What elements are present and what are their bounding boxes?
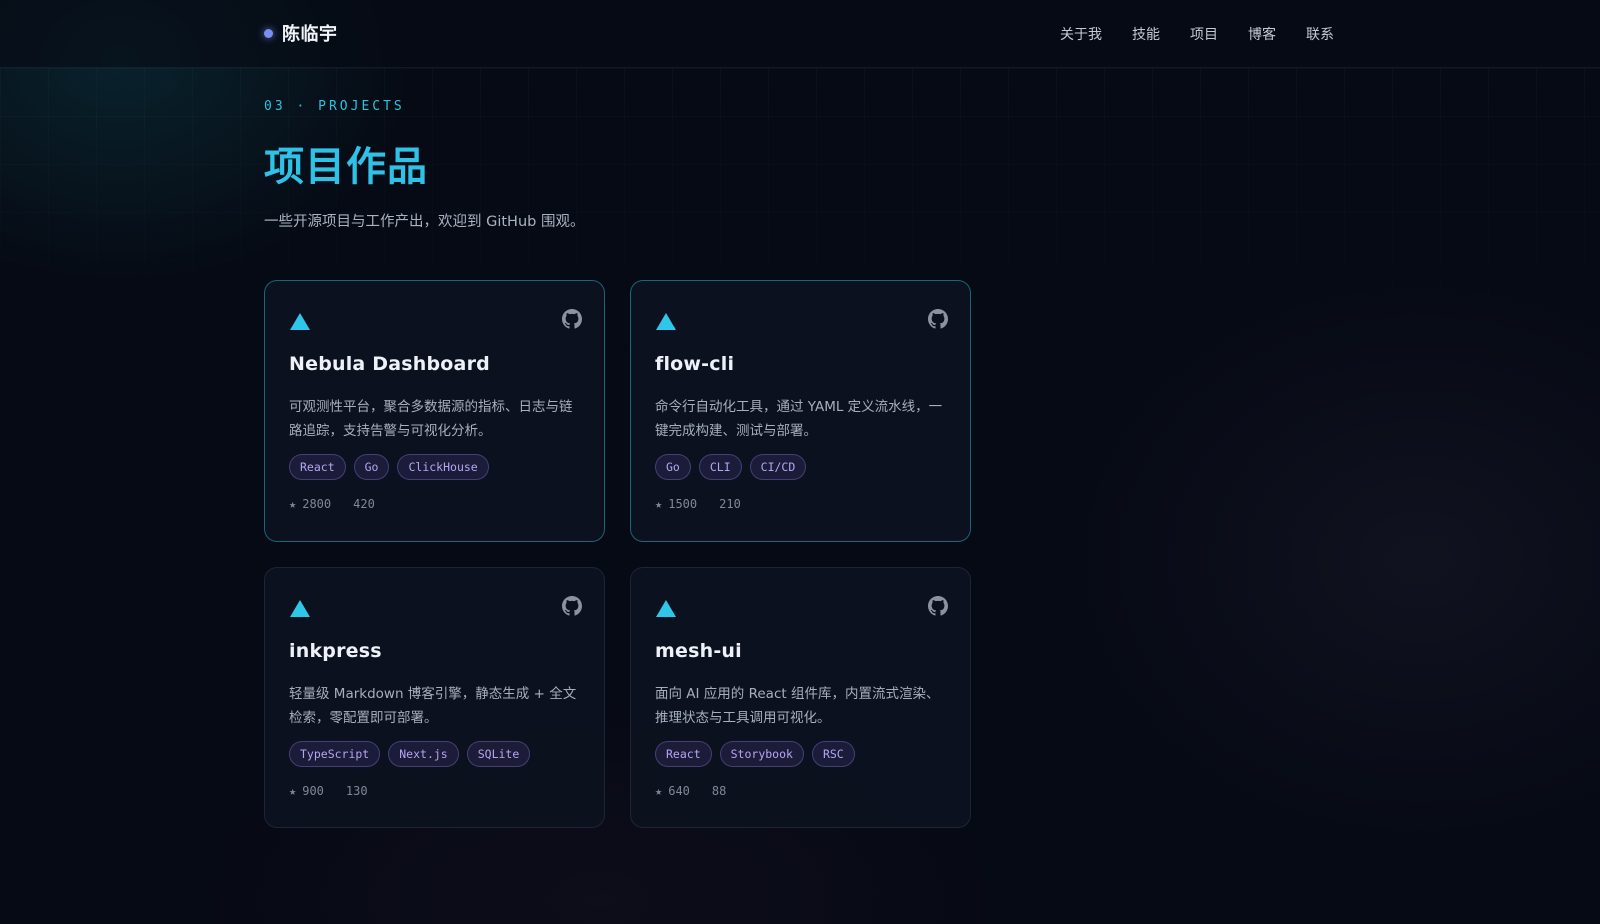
star-icon: ★ bbox=[655, 784, 663, 798]
github-icon[interactable] bbox=[928, 309, 948, 329]
section-subtitle: 一些开源项目与工作产出，欢迎到 GitHub 围观。 bbox=[264, 214, 585, 230]
project-tags: Go CLI CI/CD bbox=[655, 454, 807, 480]
project-title[interactable]: mesh-ui bbox=[655, 640, 742, 662]
triangle-icon bbox=[290, 600, 310, 617]
star-count: 2800 bbox=[302, 497, 332, 511]
project-card-flow-cli[interactable]: flow-cli 命令行自动化工具，通过 YAML 定义流水线，一键完成构建、测… bbox=[630, 280, 971, 542]
project-title[interactable]: inkpress bbox=[289, 640, 382, 662]
brand-dot-icon bbox=[264, 28, 273, 38]
tag: CI/CD bbox=[749, 454, 807, 480]
tag: SQLite bbox=[466, 741, 531, 767]
triangle-icon bbox=[656, 600, 676, 617]
tag: CLI bbox=[698, 454, 742, 480]
nav-item-about[interactable]: 关于我 bbox=[1060, 24, 1102, 44]
project-tags: React Storybook RSC bbox=[655, 741, 855, 767]
nav-item-skills[interactable]: 技能 bbox=[1132, 24, 1160, 44]
projects-section: 03 · PROJECTS 项目作品 一些开源项目与工作产出，欢迎到 GitHu… bbox=[264, 0, 1336, 924]
project-title[interactable]: flow-cli bbox=[655, 353, 734, 375]
tag: React bbox=[289, 454, 346, 480]
github-icon[interactable] bbox=[562, 309, 582, 329]
tag: React bbox=[655, 741, 712, 767]
tag: Go bbox=[353, 454, 390, 480]
brand-name: 陈临宇 bbox=[282, 24, 338, 45]
tag: Storybook bbox=[719, 741, 804, 767]
fork-count: 210 bbox=[719, 497, 741, 511]
star-icon: ★ bbox=[655, 497, 663, 511]
project-card-nebula-dashboard[interactable]: Nebula Dashboard 可观测性平台，聚合多数据源的指标、日志与链路追… bbox=[264, 280, 605, 542]
fork-count: 130 bbox=[345, 784, 368, 798]
section-eyebrow: 03 · PROJECTS bbox=[264, 99, 405, 114]
github-icon[interactable] bbox=[562, 596, 582, 616]
star-count: 900 bbox=[302, 784, 324, 798]
nav-item-contact[interactable]: 联系 bbox=[1306, 24, 1334, 44]
project-stats: ★ 2800 420 bbox=[289, 497, 375, 511]
brand[interactable]: 陈临宇 bbox=[264, 20, 338, 46]
project-stats: ★ 900 130 bbox=[289, 784, 368, 798]
nav-item-projects[interactable]: 项目 bbox=[1190, 24, 1218, 44]
fork-count: 88 bbox=[711, 784, 727, 798]
project-stats: ★ 1500 210 bbox=[655, 497, 741, 511]
project-description: 可观测性平台，聚合多数据源的指标、日志与链路追踪，支持告警与可视化分析。 bbox=[289, 399, 573, 439]
triangle-icon bbox=[290, 313, 310, 330]
nav-item-blog[interactable]: 博客 bbox=[1248, 24, 1276, 44]
star-count: 1500 bbox=[668, 497, 698, 511]
page-title: 项目作品 bbox=[264, 144, 428, 190]
project-description: 面向 AI 应用的 React 组件库，内置流式渲染、推理状态与工具调用可视化。 bbox=[655, 686, 940, 726]
project-description: 命令行自动化工具，通过 YAML 定义流水线，一键完成构建、测试与部署。 bbox=[655, 399, 943, 439]
star-icon: ★ bbox=[289, 784, 297, 798]
project-stats: ★ 640 88 bbox=[655, 784, 726, 798]
star-icon: ★ bbox=[289, 497, 297, 511]
main-nav: 关于我 技能 项目 博客 联系 bbox=[1060, 24, 1334, 44]
fork-count: 420 bbox=[353, 497, 375, 511]
site-header: 陈临宇 关于我 技能 项目 博客 联系 bbox=[0, 0, 1600, 68]
tag: TypeScript bbox=[289, 741, 381, 767]
project-description: 轻量级 Markdown 博客引擎，静态生成 + 全文检索，零配置即可部署。 bbox=[289, 686, 577, 726]
tag: Go bbox=[655, 454, 691, 480]
triangle-icon bbox=[656, 313, 676, 330]
tag: RSC bbox=[811, 741, 855, 767]
tag: ClickHouse bbox=[397, 454, 489, 480]
github-icon[interactable] bbox=[928, 596, 948, 616]
tag: Next.js bbox=[388, 741, 459, 767]
star-count: 640 bbox=[668, 784, 690, 798]
project-card-inkpress[interactable]: inkpress 轻量级 Markdown 博客引擎，静态生成 + 全文检索，零… bbox=[264, 567, 605, 828]
project-tags: TypeScript Next.js SQLite bbox=[289, 741, 531, 767]
project-card-mesh-ui[interactable]: mesh-ui 面向 AI 应用的 React 组件库，内置流式渲染、推理状态与… bbox=[630, 567, 971, 828]
project-title[interactable]: Nebula Dashboard bbox=[289, 353, 490, 375]
project-tags: React Go ClickHouse bbox=[289, 454, 489, 480]
